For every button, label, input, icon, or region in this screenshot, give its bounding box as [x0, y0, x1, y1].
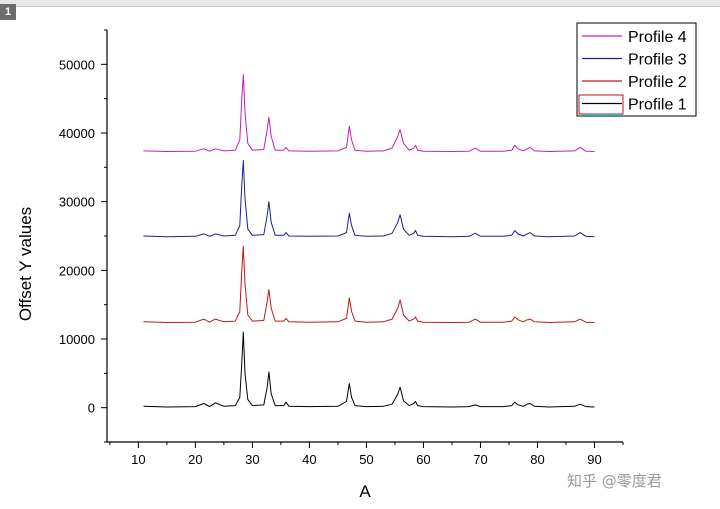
series-line-profile-4: [143, 74, 595, 152]
y-tick-label: 30000: [59, 195, 95, 210]
x-tick-label: 10: [131, 452, 145, 467]
x-tick-label: 50: [359, 452, 373, 467]
x-tick-label: 20: [188, 452, 202, 467]
x-tick-label: 90: [587, 452, 601, 467]
y-axis-title: Offset Y values: [16, 207, 35, 321]
legend-label-profile-1: Profile 1: [628, 97, 687, 114]
series-line-profile-3: [143, 160, 595, 238]
legend-label-profile-4: Profile 4: [628, 29, 687, 46]
x-axis-title: A: [359, 482, 371, 501]
y-tick-label: 0: [88, 401, 95, 416]
y-tick-label: 20000: [59, 263, 95, 278]
x-axis-ticks: 10 20 30 40 50 60 70 80 90: [109, 442, 624, 467]
legend-label-profile-3: Profile 3: [628, 52, 687, 69]
x-tick-label: 40: [302, 452, 316, 467]
series-line-profile-1: [143, 331, 595, 408]
x-tick-label: 60: [416, 452, 430, 467]
series-line-profile-2: [143, 245, 595, 323]
x-tick-label: 70: [473, 452, 487, 467]
x-tick-label: 80: [530, 452, 544, 467]
xrd-offset-chart: 10 20 30 40 50 60 70 80 90 0 10000 20000 30000 40000…: [16, 22, 697, 501]
y-tick-label: 40000: [59, 126, 95, 141]
series-group: [143, 74, 595, 408]
legend-label-profile-2: Profile 2: [628, 74, 687, 91]
y-axis-ticks: 0 10000 20000 30000 40000 50000: [59, 29, 107, 443]
legend[interactable]: Profile 4 Profile 3 Profile 2 Profile 1: [576, 22, 697, 117]
watermark-text: 知乎 @零度君: [567, 472, 662, 490]
y-tick-label: 10000: [59, 332, 95, 347]
y-tick-label: 50000: [59, 57, 95, 72]
x-tick-label: 30: [245, 452, 259, 467]
